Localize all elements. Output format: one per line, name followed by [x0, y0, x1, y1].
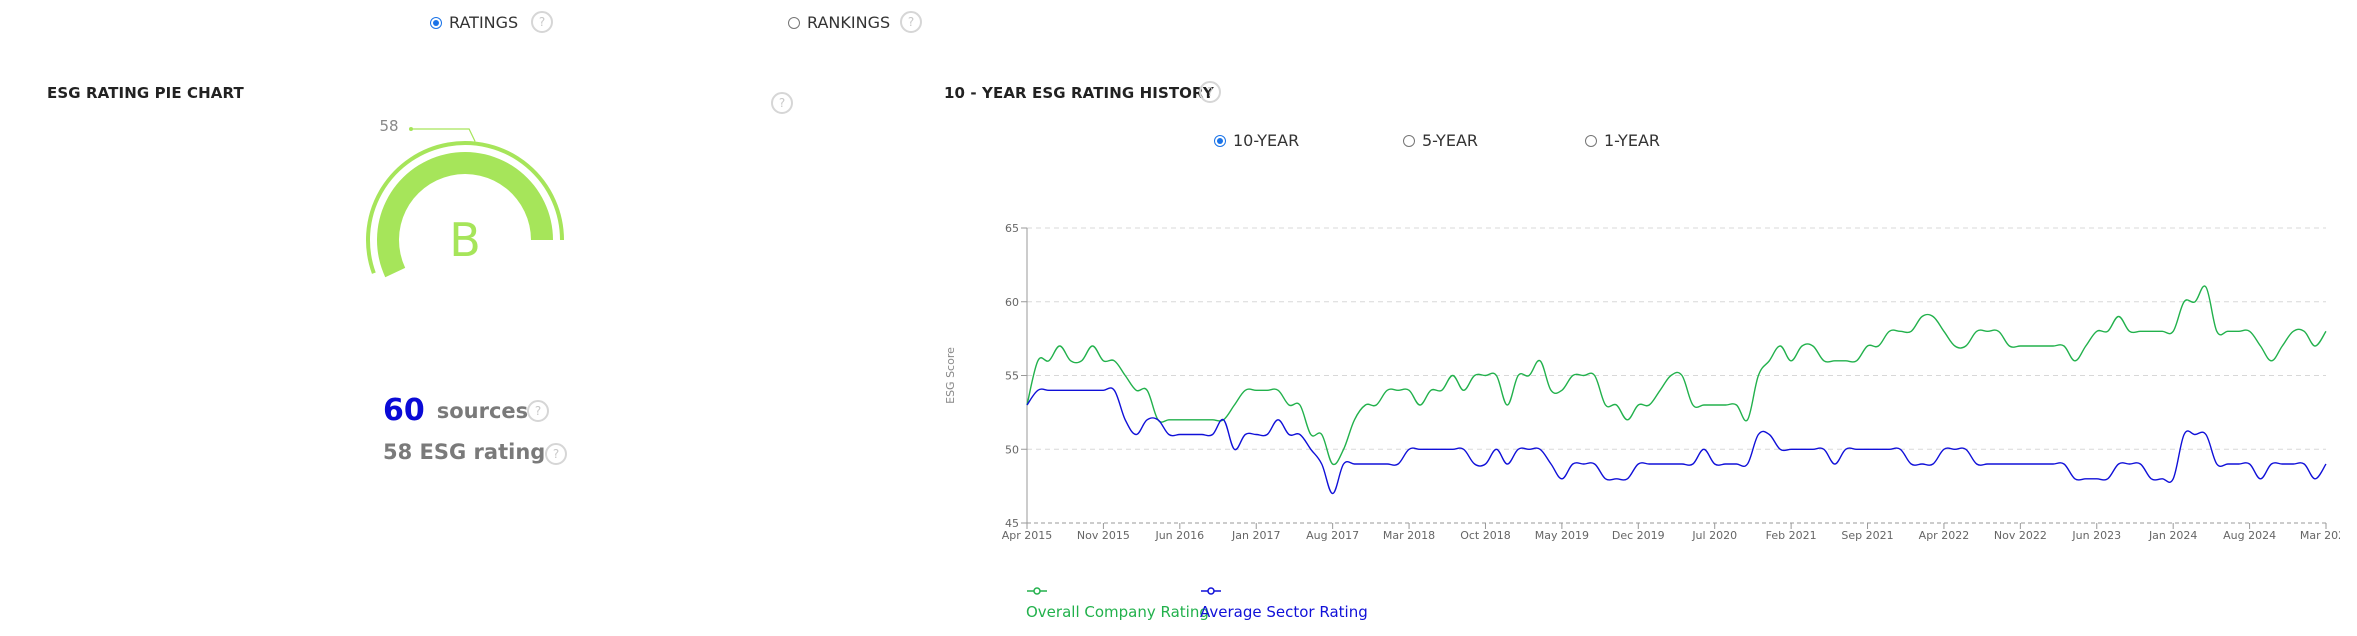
- y-tick-label: 60: [1005, 296, 1019, 309]
- y-tick-label: 65: [1005, 222, 1019, 235]
- x-tick-label: Apr 2022: [1919, 529, 1970, 542]
- range-1-year-label[interactable]: 1-YEAR: [1604, 131, 1660, 150]
- series-line-sector: [1026, 387, 2327, 495]
- history-title: 10 - YEAR ESG RATING HISTORY: [944, 84, 1214, 102]
- range-1-year[interactable]: 1-YEAR: [1585, 131, 1660, 150]
- rating-help-icon[interactable]: ?: [545, 443, 567, 465]
- gauge-score-label: 58: [379, 117, 398, 135]
- x-tick-label: Jun 2016: [1154, 529, 1204, 542]
- gauge-pointer: [411, 128, 476, 142]
- history-help-icon[interactable]: ?: [1199, 81, 1221, 103]
- ratings-help-icon[interactable]: ?: [531, 11, 553, 33]
- x-tick-label: Jan 2024: [2148, 529, 2197, 542]
- sources-help-icon[interactable]: ?: [527, 400, 549, 422]
- range-5-year[interactable]: 5-YEAR: [1403, 131, 1478, 150]
- x-tick-label: Mar 2025: [2300, 529, 2340, 542]
- ratings-toggle[interactable]: RATINGS: [430, 13, 518, 32]
- x-tick-label: Feb 2021: [1766, 529, 1817, 542]
- x-tick-label: Jun 2023: [2071, 529, 2121, 542]
- x-tick-label: Sep 2021: [1841, 529, 1893, 542]
- gauge-grade: B: [449, 213, 481, 267]
- legend-sector-marker: [1201, 587, 1221, 595]
- x-tick-label: Aug 2024: [2223, 529, 2276, 542]
- y-tick-label: 50: [1005, 443, 1019, 456]
- esg-history-chart: 45 50 55 60 65 ESG Score Apr 2015 Nov 2015 Jun 2…: [930, 200, 2352, 554]
- x-tick-label: Nov 2022: [1994, 529, 2047, 542]
- rankings-toggle[interactable]: RANKINGS: [788, 13, 890, 32]
- y-tick-label: 55: [1005, 370, 1019, 383]
- range-10-year-radio[interactable]: [1214, 134, 1226, 147]
- x-tick-label: Jan 2017: [1231, 529, 1280, 542]
- rankings-label[interactable]: RANKINGS: [807, 13, 890, 32]
- gauge-pointer-dot: [409, 127, 413, 131]
- legend-company-label[interactable]: Overall Company Rating: [1026, 603, 1209, 621]
- x-tick-label: Nov 2015: [1077, 529, 1130, 542]
- pie-chart-title: ESG RATING PIE CHART: [47, 84, 244, 102]
- x-tick-label: May 2019: [1535, 529, 1589, 542]
- sources-count: 60: [383, 393, 425, 428]
- ratings-label[interactable]: RATINGS: [449, 13, 518, 32]
- x-tick-label: Jul 2020: [1691, 529, 1737, 542]
- x-tick-label: Oct 2018: [1460, 529, 1511, 542]
- esg-history-svg: 4550556065ESG ScoreApr 2015 Nov 2015 Jun 2…: [944, 222, 2352, 542]
- y-axis-label: ESG Score: [944, 347, 957, 404]
- range-10-year[interactable]: 10-YEAR: [1214, 131, 1299, 150]
- rankings-radio[interactable]: [788, 16, 800, 29]
- pie-help-icon[interactable]: ?: [771, 92, 793, 114]
- esg-rating-text: 58 ESG rating: [383, 440, 546, 464]
- range-5-year-radio[interactable]: [1403, 134, 1415, 147]
- sources-label: sources: [436, 398, 529, 423]
- range-10-year-label[interactable]: 10-YEAR: [1233, 131, 1299, 150]
- x-tick-label: Dec 2019: [1612, 529, 1665, 542]
- x-tick-label: Aug 2017: [1306, 529, 1359, 542]
- ratings-radio[interactable]: [430, 16, 442, 29]
- range-1-year-radio[interactable]: [1585, 134, 1597, 147]
- legend-company-marker: [1027, 587, 1047, 595]
- legend-sector-label[interactable]: Average Sector Rating: [1200, 603, 1368, 621]
- esg-gauge: 58 B: [366, 117, 564, 278]
- rankings-help-icon[interactable]: ?: [900, 11, 922, 33]
- x-tick-label: Apr 2015: [1002, 529, 1053, 542]
- range-5-year-label[interactable]: 5-YEAR: [1422, 131, 1478, 150]
- x-tick-label: Mar 2018: [1383, 529, 1435, 542]
- sources-count-row: 60 sources: [383, 393, 528, 428]
